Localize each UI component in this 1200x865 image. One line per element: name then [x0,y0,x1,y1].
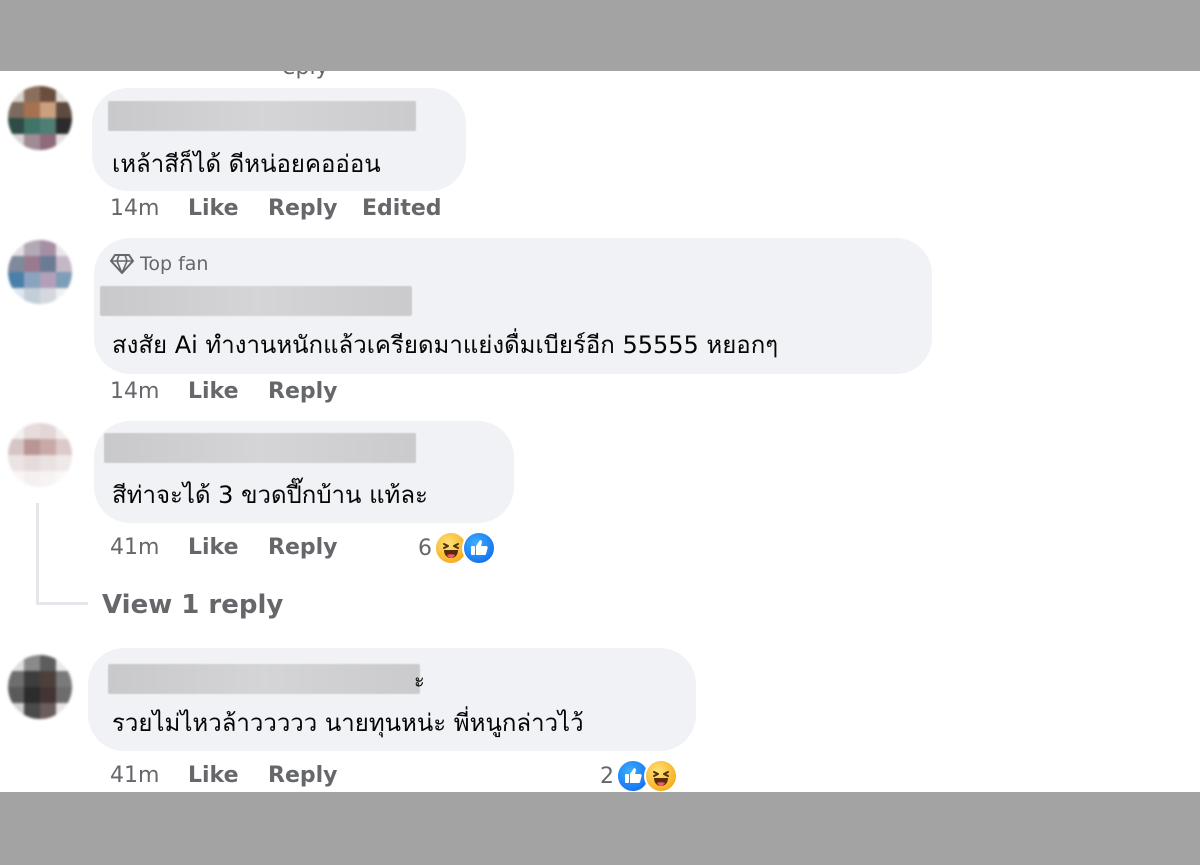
like-button[interactable]: Like [188,535,239,560]
like-button[interactable]: Like [188,763,239,788]
reply-button[interactable]: Reply [268,763,338,788]
view-replies-link[interactable]: View 1 reply [102,590,283,620]
reaction-summary[interactable]: 6 [418,530,496,566]
comment-time[interactable]: 41m [110,535,159,560]
commenter-name-redacted[interactable] [108,664,420,694]
like-icon [462,531,496,565]
commenter-name-redacted[interactable] [108,101,416,131]
reply-button[interactable]: Reply [268,535,338,560]
edited-label[interactable]: Edited [362,196,442,221]
avatar[interactable] [8,86,72,150]
comment-text: รวยไม่ไหวล้าววววว นายทุนหน่ะ พี่หนูกล่าว… [112,709,584,737]
comment-time[interactable]: 14m [110,196,159,221]
reaction-count: 6 [418,535,432,561]
reaction-summary[interactable]: 2 [600,758,678,792]
diamond-icon [110,254,134,274]
reply-button[interactable]: Reply [268,379,338,404]
comments-panel: eply เหล้าสีก็ได้ ดีหน่อยคออ่อน 14m Like… [0,71,1200,792]
like-button[interactable]: Like [188,379,239,404]
commenter-name-redacted[interactable] [104,433,416,463]
previous-reply-fragment: eply [282,71,329,80]
top-fan-label: Top fan [140,253,209,275]
comment-text: เหล้าสีก็ได้ ดีหน่อยคออ่อน [112,150,381,178]
thread-line-branch [36,602,88,605]
reply-button[interactable]: Reply [268,196,338,221]
like-button[interactable]: Like [188,196,239,221]
top-fan-badge[interactable]: Top fan [110,253,208,275]
haha-icon [644,759,678,792]
thread-line [36,503,39,605]
reaction-count: 2 [600,763,614,789]
commenter-name-redacted[interactable] [100,286,412,316]
comment-time[interactable]: 41m [110,763,159,788]
avatar[interactable] [8,655,72,719]
commenter-name-tail: ะ [414,668,425,692]
avatar[interactable] [8,423,72,487]
comment-text: สีท่าจะได้ 3 ขวดปี๊กบ้าน แท้ละ [112,481,428,509]
comment-time[interactable]: 14m [110,379,159,404]
comment-text: สงสัย Ai ทำงานหนักแล้วเครียดมาแย่งดื่มเบ… [112,331,779,359]
avatar[interactable] [8,240,72,304]
